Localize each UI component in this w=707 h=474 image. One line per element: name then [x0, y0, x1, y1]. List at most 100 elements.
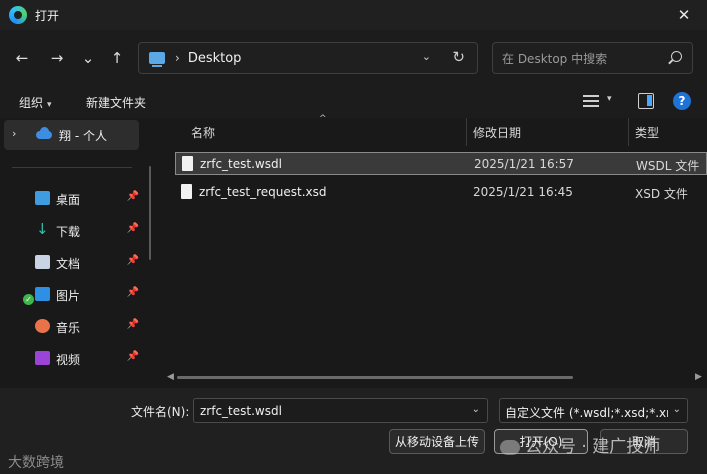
- file-row[interactable]: zrfc_test.wsdl 2025/1/21 16:57 WSDL 文件: [175, 152, 707, 175]
- file-row[interactable]: zrfc_test_request.xsd 2025/1/21 16:45 XS…: [175, 181, 707, 204]
- computer-icon: [149, 52, 165, 67]
- arrow-up-icon: ↑: [110, 49, 124, 67]
- filename-label: 文件名(N):: [131, 405, 190, 419]
- pin-icon[interactable]: 📌: [127, 223, 139, 234]
- search-box[interactable]: 在 Desktop 中搜索: [492, 42, 693, 74]
- desktop-icon: [35, 191, 50, 205]
- navigation-bar: ← → ⌄ ↑ › Desktop ⌄ ↻ 在 Desktop 中搜索: [0, 38, 707, 80]
- sidebar-item-music[interactable]: 音乐 📌: [28, 312, 143, 340]
- organize-button[interactable]: 组织 ▾: [19, 94, 52, 111]
- sync-check-icon: ✓: [23, 294, 34, 305]
- sidebar-item-pictures[interactable]: 图片 📌: [28, 280, 143, 308]
- refresh-icon[interactable]: ↻: [452, 48, 465, 66]
- file-date: 2025/1/21 16:45: [473, 185, 573, 199]
- file-type: WSDL 文件: [636, 159, 700, 173]
- title-bar: 打开 ✕: [0, 0, 707, 30]
- file-name: zrfc_test_request.xsd: [199, 185, 327, 199]
- upload-from-mobile-button[interactable]: 从移动设备上传: [389, 429, 485, 454]
- videos-icon: [35, 351, 50, 365]
- file-list: ^ 名称 修改日期 类型 zrfc_test.wsdl 2025/1/21 16…: [166, 114, 707, 388]
- content-area: › 翔 - 个人 桌面 📌 下载 📌 文档 📌 图片 📌 音乐: [0, 114, 707, 388]
- file-type: XSD 文件: [635, 187, 688, 201]
- navigation-pane: › 翔 - 个人 桌面 📌 下载 📌 文档 📌 图片 📌 音乐: [0, 118, 160, 388]
- pin-icon[interactable]: 📌: [127, 319, 139, 330]
- column-header-type[interactable]: 类型: [635, 124, 659, 141]
- chevron-down-icon: ⌄: [81, 49, 95, 67]
- edge-browser-icon: [9, 6, 27, 24]
- sidebar-item-videos[interactable]: 视频 📌: [28, 344, 143, 372]
- pin-icon[interactable]: 📌: [127, 351, 139, 362]
- command-bar: 组织 ▾ 新建文件夹 ▾ ?: [0, 88, 707, 116]
- address-dropdown-icon[interactable]: ⌄: [422, 50, 431, 63]
- column-header-date[interactable]: 修改日期: [473, 124, 521, 141]
- pictures-icon: [35, 287, 50, 301]
- sidebar-item-label: 图片: [56, 289, 81, 303]
- up-button[interactable]: ↑: [105, 46, 129, 70]
- sidebar-item-downloads[interactable]: 下载 📌: [28, 216, 143, 244]
- documents-icon: [35, 255, 50, 269]
- upload-button-label: 从移动设备上传: [394, 435, 479, 449]
- sidebar-item-label: 音乐: [56, 321, 81, 335]
- column-divider[interactable]: [628, 118, 629, 146]
- pin-icon[interactable]: 📌: [127, 287, 139, 298]
- chevron-down-icon[interactable]: ⌄: [472, 404, 480, 415]
- sidebar-scrollbar[interactable]: [149, 166, 151, 260]
- file-name: zrfc_test.wsdl: [200, 157, 282, 171]
- sidebar-item-label: 翔 - 个人: [59, 129, 107, 143]
- filetype-select[interactable]: 自定义文件 (*.wsdl;*.xsd;*.xml ⌄: [499, 398, 688, 423]
- close-icon: ✕: [677, 6, 691, 24]
- arrow-left-icon: ←: [15, 49, 29, 67]
- breadcrumb-separator[interactable]: ›: [175, 51, 180, 65]
- chevron-down-icon[interactable]: ⌄: [673, 404, 681, 415]
- scroll-left-icon[interactable]: ◀: [167, 372, 174, 382]
- file-date: 2025/1/21 16:57: [474, 157, 574, 171]
- wechat-logo-icon: [500, 439, 520, 455]
- organize-label: 组织: [19, 96, 44, 110]
- sidebar-item-desktop[interactable]: 桌面 📌: [28, 184, 143, 212]
- recent-locations-button[interactable]: ⌄: [76, 46, 100, 70]
- forward-button[interactable]: →: [45, 46, 69, 70]
- sidebar-item-label: 视频: [56, 353, 81, 367]
- search-icon[interactable]: [671, 51, 682, 62]
- watermark-right: 公众号 · 建广技师: [500, 432, 660, 457]
- onedrive-cloud-icon: [36, 127, 52, 139]
- watermark-left: 大数跨境: [8, 455, 64, 471]
- preview-pane-icon[interactable]: [638, 93, 654, 109]
- music-icon: [35, 319, 50, 333]
- column-divider[interactable]: [466, 118, 467, 146]
- new-folder-label: 新建文件夹: [86, 96, 147, 110]
- breadcrumb-desktop[interactable]: Desktop: [188, 51, 242, 66]
- close-button[interactable]: ✕: [661, 0, 707, 30]
- filetype-value: 自定义文件 (*.wsdl;*.xsd;*.xml: [505, 406, 668, 420]
- pin-icon[interactable]: 📌: [127, 255, 139, 266]
- horizontal-scrollbar[interactable]: [177, 376, 573, 379]
- new-folder-button[interactable]: 新建文件夹: [86, 94, 146, 111]
- filename-field[interactable]: zrfc_test.wsdl ⌄: [193, 398, 488, 423]
- sidebar-item-label: 桌面: [56, 193, 81, 207]
- back-button[interactable]: ←: [10, 46, 34, 70]
- scroll-right-icon[interactable]: ▶: [695, 372, 702, 382]
- caret-down-icon: ▾: [47, 100, 52, 110]
- sidebar-item-label: 下载: [56, 225, 81, 239]
- address-bar[interactable]: › Desktop ⌄ ↻: [138, 42, 478, 74]
- dialog-footer: 文件名(N): zrfc_test.wsdl ⌄ 自定义文件 (*.wsdl;*…: [0, 388, 707, 474]
- search-input[interactable]: 在 Desktop 中搜索: [502, 50, 607, 67]
- pin-icon[interactable]: 📌: [127, 191, 139, 202]
- file-icon: [181, 184, 192, 199]
- sidebar-item-documents[interactable]: 文档 📌: [28, 248, 143, 276]
- file-icon: [182, 156, 193, 171]
- view-options-caret-icon[interactable]: ▾: [607, 94, 612, 104]
- arrow-right-icon: →: [50, 49, 64, 67]
- column-header-name[interactable]: 名称: [191, 124, 215, 141]
- chevron-right-icon[interactable]: ›: [12, 127, 16, 140]
- sidebar-item-onedrive[interactable]: › 翔 - 个人: [4, 120, 139, 150]
- watermark-right-text: 公众号 · 建广技师: [525, 437, 661, 457]
- dialog-title: 打开: [35, 8, 60, 23]
- view-options-icon[interactable]: [583, 95, 599, 107]
- filename-value[interactable]: zrfc_test.wsdl: [200, 404, 282, 418]
- sidebar-item-label: 文档: [56, 257, 81, 271]
- sidebar-divider: [12, 167, 132, 168]
- download-icon: [35, 220, 50, 238]
- help-icon[interactable]: ?: [673, 92, 691, 110]
- sort-ascending-icon: ^: [319, 114, 327, 124]
